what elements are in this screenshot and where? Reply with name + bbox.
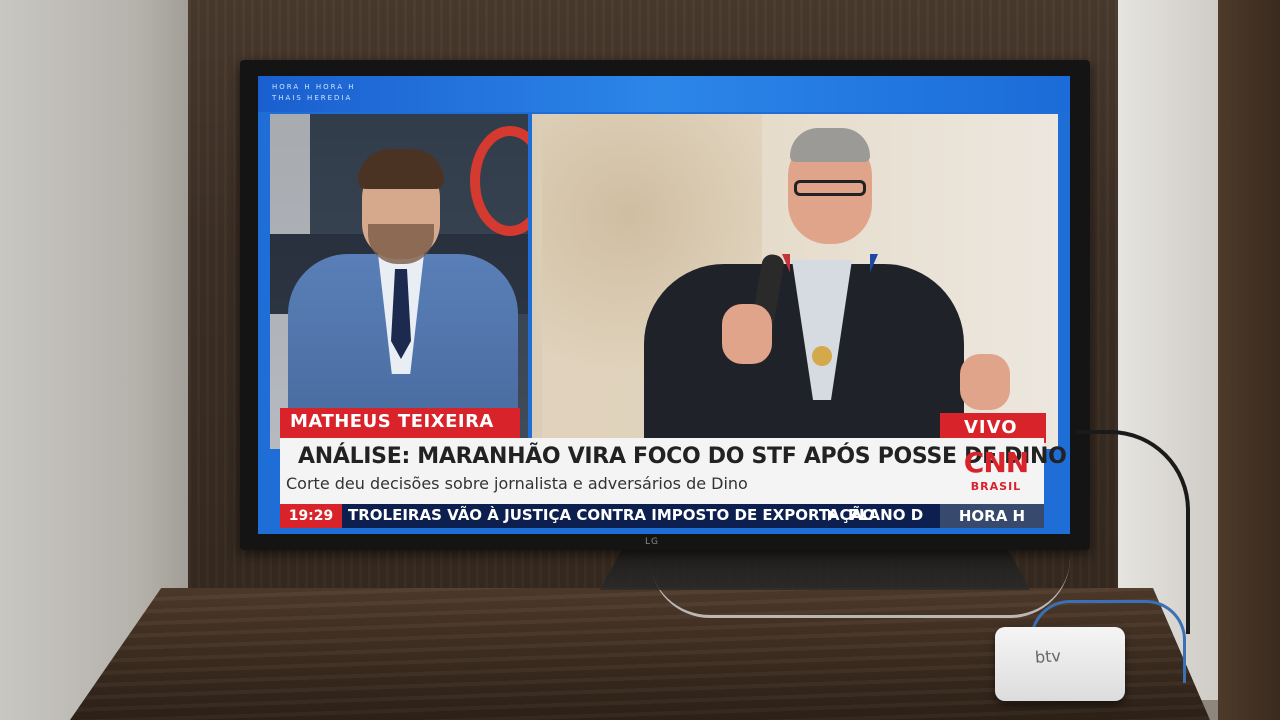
top-strip-line: THAIS HEREDIA bbox=[272, 94, 353, 102]
speaker-hand bbox=[722, 304, 772, 364]
news-ticker: 19:29 TROLEIRAS VÃO À JUSTIÇA CONTRA IMP… bbox=[280, 504, 1044, 528]
tv-brand-logo: LG bbox=[645, 537, 659, 547]
top-strip-line: HORA H HORA H bbox=[272, 83, 356, 91]
reporter-name: MATHEUS TEIXEIRA bbox=[290, 411, 494, 432]
subheadline: Corte deu decisões sobre jornalista e ad… bbox=[286, 474, 748, 493]
ticker-text: TROLEIRAS VÃO À JUSTIÇA CONTRA IMPOSTO D… bbox=[348, 506, 875, 524]
lower-third: ANÁLISE: MARANHÃO VIRA FOCO DO STF APÓS … bbox=[280, 438, 1067, 504]
top-strip: HORA H HORA H THAIS HEREDIA bbox=[258, 76, 1070, 112]
live-label: VIVO bbox=[964, 417, 1018, 438]
reporter-name-bar: MATHEUS TEIXEIRA bbox=[280, 408, 520, 438]
top-strip-text: HORA H HORA H THAIS HEREDIA bbox=[272, 82, 356, 104]
reporter-video bbox=[270, 114, 528, 449]
set-top-box-label: btv bbox=[1034, 646, 1062, 667]
ticker-next: PLANO D bbox=[848, 506, 924, 524]
cnn-brasil-logo: CNN BRASIL bbox=[956, 446, 1036, 500]
speaker-hand-raised bbox=[960, 354, 1010, 410]
tv-shadow bbox=[600, 550, 1030, 590]
reporter-hair bbox=[358, 149, 444, 189]
play-arrow-icon bbox=[828, 509, 836, 521]
medal-icon bbox=[812, 346, 832, 366]
cnn-logo-region: BRASIL bbox=[970, 480, 1022, 493]
door-frame bbox=[1218, 0, 1280, 720]
ticker-show-name: HORA H bbox=[940, 504, 1044, 528]
headline: ANÁLISE: MARANHÃO VIRA FOCO DO STF APÓS … bbox=[298, 444, 1067, 469]
speaker-hair bbox=[790, 128, 870, 162]
glasses-icon bbox=[794, 180, 866, 196]
ceremony-video bbox=[532, 114, 1058, 449]
ticker-clock: 19:29 bbox=[280, 504, 342, 528]
set-top-box: btv bbox=[995, 627, 1125, 701]
tv-screen: HORA H HORA H THAIS HEREDIA MATHEUS TEIX… bbox=[258, 76, 1070, 534]
cnn-logo-text: CNN bbox=[963, 446, 1029, 479]
